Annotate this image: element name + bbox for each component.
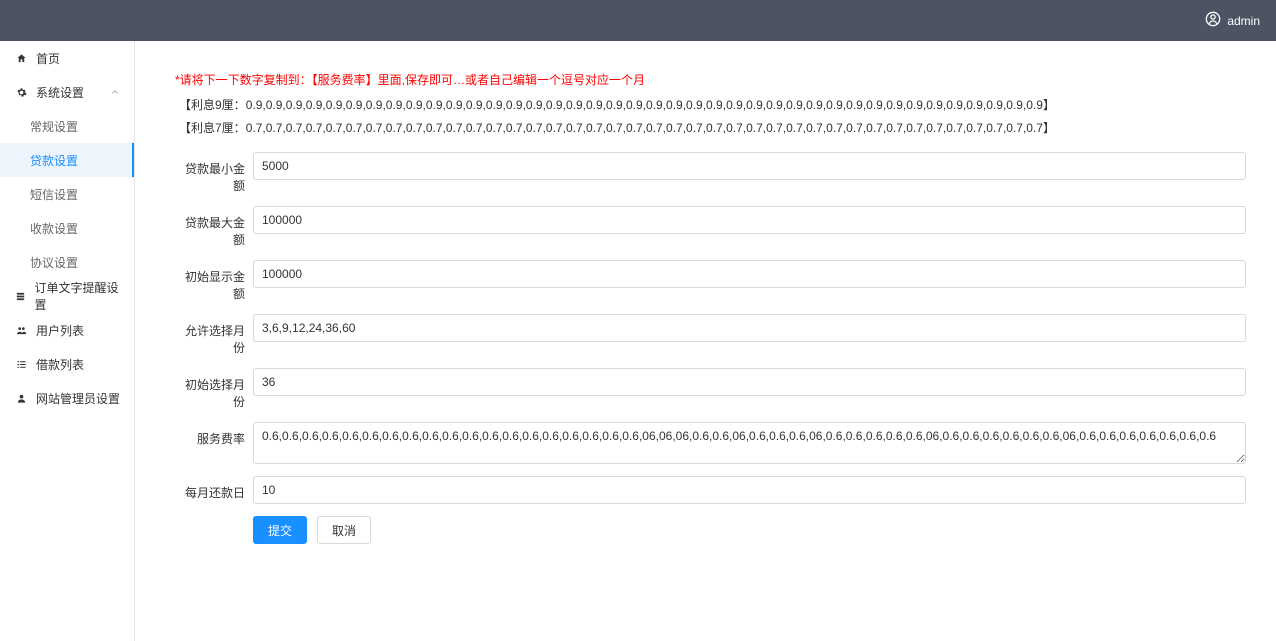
- sidebar-subitem-general[interactable]: 常规设置: [0, 109, 134, 143]
- sidebar-label: 订单文字提醒设置: [34, 279, 120, 313]
- cancel-button[interactable]: 取消: [317, 516, 371, 544]
- rate7-value: 0.7,0.7,0.7,0.7,0.7,0.7,0.7,0.7,0.7,0.7,…: [246, 121, 1055, 135]
- form-row-service-rate: 服务费率: [175, 422, 1246, 464]
- form-row-repay-day: 每月还款日: [175, 476, 1246, 504]
- form-row-initial-month: 初始选择月份: [175, 368, 1246, 410]
- sidebar-sublabel: 贷款设置: [30, 152, 78, 169]
- months-label: 允许选择月份: [175, 314, 245, 356]
- repay-day-input[interactable]: [253, 476, 1246, 504]
- form-row-min-amount: 贷款最小金额: [175, 152, 1246, 194]
- list-icon: [14, 359, 28, 370]
- submit-button[interactable]: 提交: [253, 516, 307, 544]
- sidebar-subitem-agreement[interactable]: 协议设置: [0, 245, 134, 279]
- notice-warning: *请将下一下数字复制到：【服务费率】里面,保存即可…或者自己编辑一个逗号对应一个…: [175, 71, 1246, 88]
- rate7-label: 【利息7厘：: [179, 121, 246, 135]
- form-row-max-amount: 贷款最大金额: [175, 206, 1246, 248]
- sidebar-item-order-text[interactable]: 订单文字提醒设置: [0, 279, 134, 313]
- repay-day-label: 每月还款日: [175, 476, 245, 501]
- max-amount-input[interactable]: [253, 206, 1246, 234]
- sidebar-sublabel: 短信设置: [30, 186, 78, 203]
- sidebar-subitem-sms[interactable]: 短信设置: [0, 177, 134, 211]
- sidebar-item-loan-list[interactable]: 借款列表: [0, 347, 134, 381]
- sidebar-item-system-settings[interactable]: 系统设置: [0, 75, 134, 109]
- display-amount-label: 初始显示金额: [175, 260, 245, 302]
- form-row-months: 允许选择月份: [175, 314, 1246, 356]
- service-rate-textarea[interactable]: [253, 422, 1246, 464]
- chevron-up-icon: [110, 87, 120, 97]
- sidebar: 首页 系统设置 常规设置 贷款设置 短信设置 收款设置 协议设置: [0, 41, 135, 641]
- sidebar-item-user-list[interactable]: 用户列表: [0, 313, 134, 347]
- notice-block: *请将下一下数字复制到：【服务费率】里面,保存即可…或者自己编辑一个逗号对应一个…: [175, 71, 1246, 136]
- initial-month-input[interactable]: [253, 368, 1246, 396]
- sidebar-label: 首页: [36, 50, 60, 67]
- sidebar-label: 系统设置: [36, 84, 84, 101]
- sidebar-subitem-payment[interactable]: 收款设置: [0, 211, 134, 245]
- initial-month-label: 初始选择月份: [175, 368, 245, 410]
- loan-settings-form: 贷款最小金额 贷款最大金额 初始显示金额 允许选择月份 初始选择月份 服务费率: [175, 152, 1246, 544]
- notice-rate7: 【利息7厘：0.7,0.7,0.7,0.7,0.7,0.7,0.7,0.7,0.…: [175, 119, 1246, 136]
- sidebar-label: 借款列表: [36, 356, 84, 373]
- sidebar-label: 网站管理员设置: [36, 390, 120, 407]
- form-actions: 提交 取消: [253, 516, 1246, 544]
- header: admin: [0, 0, 1276, 41]
- admin-icon: [14, 393, 28, 404]
- users-icon: [14, 325, 28, 336]
- min-amount-input[interactable]: [253, 152, 1246, 180]
- sidebar-sublabel: 常规设置: [30, 118, 78, 135]
- sidebar-sublabel: 收款设置: [30, 220, 78, 237]
- min-amount-label: 贷款最小金额: [175, 152, 245, 194]
- content-area: *请将下一下数字复制到：【服务费率】里面,保存即可…或者自己编辑一个逗号对应一个…: [135, 41, 1276, 641]
- sidebar-item-home[interactable]: 首页: [0, 41, 134, 75]
- gear-icon: [14, 87, 28, 98]
- sidebar-subitem-loan[interactable]: 贷款设置: [0, 143, 134, 177]
- user-icon: [1205, 11, 1227, 30]
- rate9-label: 【利息9厘：: [179, 98, 246, 112]
- sidebar-label: 用户列表: [36, 322, 84, 339]
- notice-rate9: 【利息9厘：0.9,0.9,0.9,0.9,0.9,0.9,0.9,0.9,0.…: [175, 96, 1246, 113]
- username-label: admin: [1227, 14, 1260, 28]
- home-icon: [14, 53, 28, 64]
- service-rate-label: 服务费率: [175, 422, 245, 447]
- rate9-value: 0.9,0.9,0.9,0.9,0.9,0.9,0.9,0.9,0.9,0.9,…: [246, 98, 1055, 112]
- max-amount-label: 贷款最大金额: [175, 206, 245, 248]
- form-row-display-amount: 初始显示金额: [175, 260, 1246, 302]
- document-icon: [14, 291, 26, 302]
- sidebar-item-admin[interactable]: 网站管理员设置: [0, 381, 134, 415]
- display-amount-input[interactable]: [253, 260, 1246, 288]
- months-input[interactable]: [253, 314, 1246, 342]
- sidebar-sublabel: 协议设置: [30, 254, 78, 271]
- header-user[interactable]: admin: [1205, 11, 1260, 30]
